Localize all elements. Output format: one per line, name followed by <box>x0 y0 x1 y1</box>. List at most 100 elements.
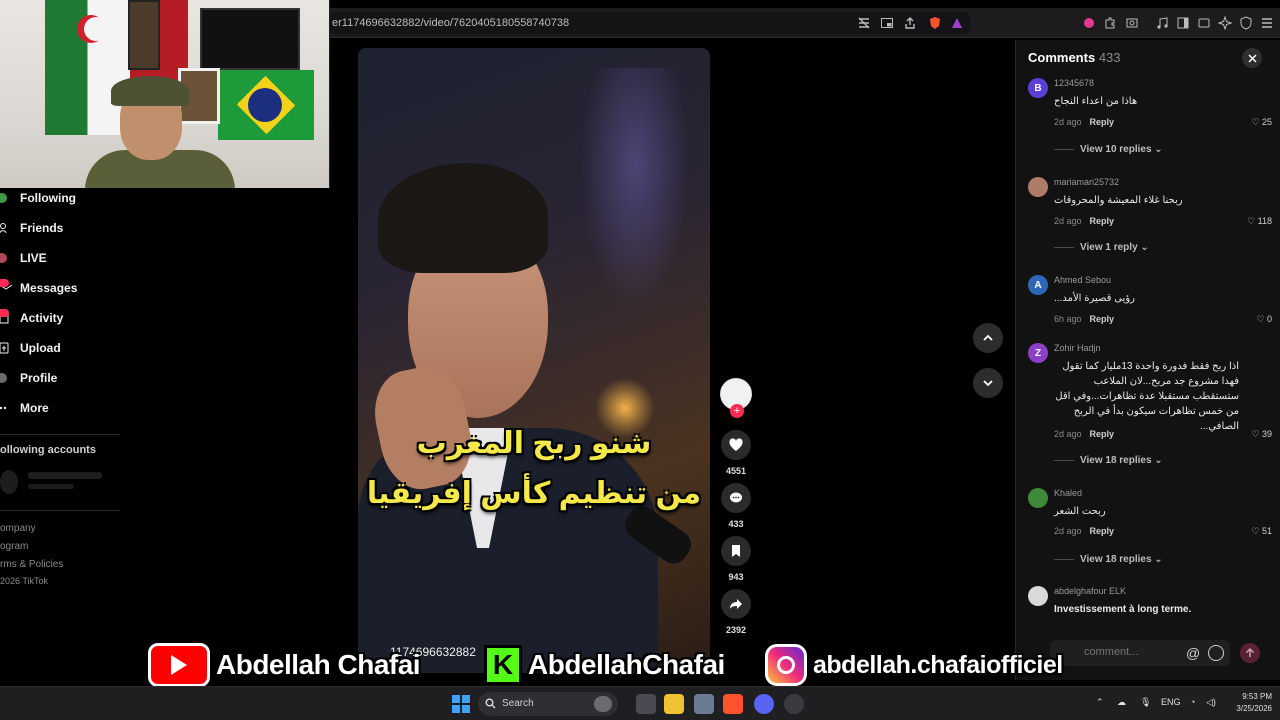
comment-username[interactable]: 12345678 <box>1054 78 1094 88</box>
avatar[interactable]: B <box>1028 78 1048 98</box>
comment-input-box[interactable] <box>1050 640 1230 666</box>
comment-like[interactable]: ♡ 0 <box>1232 314 1272 325</box>
clock-date: 3/25/2026 <box>1236 704 1272 713</box>
wall-tv <box>200 8 300 70</box>
share-button[interactable]: 2392 <box>716 589 756 635</box>
creator-avatar[interactable]: + <box>716 378 756 418</box>
picture-in-picture-icon[interactable] <box>880 16 894 30</box>
reply-button[interactable]: Reply <box>1090 216 1115 226</box>
url-text[interactable]: er1174696632882/video/762040518055874073… <box>332 17 569 29</box>
sidebar-item-live[interactable]: LIVE <box>0 248 47 268</box>
divider <box>0 434 120 435</box>
microphone-tray-icon[interactable]: 🎙 <box>1140 697 1151 708</box>
avatar[interactable] <box>1028 586 1048 606</box>
clock[interactable]: 9:53 PM 3/25/2026 <box>1226 691 1272 715</box>
comment-input[interactable] <box>1084 646 1194 658</box>
address-bar[interactable]: er1174696632882/video/762040518055874073… <box>330 12 970 34</box>
leo-ai-icon[interactable] <box>1082 16 1096 30</box>
comment-meta: 6h ago Reply <box>1054 314 1114 324</box>
menu-icon[interactable] <box>1260 16 1274 30</box>
footer-link-program[interactable]: ogram <box>0 541 28 552</box>
comment-like[interactable]: ♡ 39 <box>1232 429 1272 440</box>
sidebar-toggle-icon[interactable] <box>1176 16 1190 30</box>
comment-username[interactable]: Zohir Hadjn <box>1054 343 1101 353</box>
view-replies-button[interactable]: View 1 reply ⌄ <box>1054 242 1149 253</box>
footer-link-terms[interactable]: rms & Policies <box>0 559 63 570</box>
screenshot-icon[interactable] <box>1125 16 1139 30</box>
tray-overflow-icon[interactable]: ⌃ <box>1096 697 1104 708</box>
vpn-shield-icon[interactable] <box>1239 16 1253 30</box>
sidebar-item-profile[interactable]: Profile <box>0 368 57 388</box>
network-tray-icon[interactable]: ☁ <box>1117 697 1126 708</box>
reply-button[interactable]: Reply <box>1090 117 1115 127</box>
comment-like[interactable]: ♡ 118 <box>1232 216 1272 227</box>
reply-button[interactable]: Reply <box>1090 314 1115 324</box>
view-replies-button[interactable]: View 18 replies ⌄ <box>1054 455 1163 466</box>
view-replies-button[interactable]: View 18 replies ⌄ <box>1054 554 1163 565</box>
view-replies-button[interactable]: View 10 replies ⌄ <box>1054 144 1163 155</box>
share-icon[interactable] <box>903 16 917 30</box>
post-comment-button[interactable] <box>1240 643 1260 663</box>
brave-browser-icon[interactable] <box>723 694 743 714</box>
sidebar-item-friends[interactable]: Friends <box>0 218 63 238</box>
kick-logo-icon: K <box>484 645 522 685</box>
comment-like[interactable]: ♡ 25 <box>1232 117 1272 128</box>
next-video-button[interactable] <box>973 368 1003 398</box>
sidebar-item-messages[interactable]: Messages <box>0 278 77 298</box>
chevron-down-icon <box>983 380 993 387</box>
taskbar-search[interactable]: Search <box>478 692 618 716</box>
language-indicator[interactable]: ENG <box>1161 697 1181 707</box>
sidebar-item-activity[interactable]: Activity <box>0 308 63 328</box>
comment-like-count: 39 <box>1261 429 1272 439</box>
comment-like[interactable]: ♡ 51 <box>1232 526 1272 537</box>
avatar[interactable] <box>1028 488 1048 508</box>
sidebar-item-upload[interactable]: Upload <box>0 338 61 358</box>
volume-icon[interactable]: ◁) <box>1206 697 1216 708</box>
friends-icon <box>0 223 7 234</box>
reply-button[interactable]: Reply <box>1090 526 1115 536</box>
comment-username[interactable]: mariamari25732 <box>1054 177 1119 187</box>
extensions-icon[interactable] <box>1103 16 1117 30</box>
emoji-icon[interactable] <box>1208 645 1224 661</box>
media-icon[interactable] <box>1155 16 1169 30</box>
discord-icon[interactable] <box>754 694 774 714</box>
task-view-icon[interactable] <box>636 694 656 714</box>
mention-icon[interactable]: @ <box>1186 645 1200 661</box>
avatar[interactable]: Z <box>1028 343 1048 363</box>
footer-link-company[interactable]: ompany <box>0 523 36 534</box>
wifi-icon[interactable]: ◔ <box>1190 697 1195 707</box>
windows-start-icon[interactable] <box>452 695 470 713</box>
obs-icon[interactable] <box>784 694 804 714</box>
avatar[interactable] <box>1028 177 1048 197</box>
like-button[interactable]: 4551 <box>716 430 756 476</box>
avatar[interactable]: A <box>1028 275 1048 295</box>
reader-off-icon[interactable] <box>857 16 871 30</box>
sidebar-item-label: Upload <box>20 341 61 355</box>
close-comments-button[interactable] <box>1242 48 1262 68</box>
comment-like-count: 25 <box>1261 117 1272 127</box>
instagram-logo-icon <box>765 644 807 686</box>
follow-plus-icon[interactable]: + <box>730 404 744 418</box>
webcam-overlay <box>0 0 330 188</box>
heart-icon <box>729 438 743 451</box>
previous-video-button[interactable] <box>973 323 1003 353</box>
comment-username[interactable]: Khaled <box>1054 488 1082 498</box>
sidebar-item-more[interactable]: More <box>0 398 49 418</box>
comment-button[interactable]: 433 <box>716 483 756 529</box>
sidebar-item-following[interactable]: Following <box>0 188 76 208</box>
comment-meta: 2d ago Reply <box>1054 429 1114 439</box>
wallet-icon[interactable] <box>1197 16 1211 30</box>
camera-app-icon[interactable] <box>694 694 714 714</box>
ai-sparkle-icon[interactable] <box>1218 16 1232 30</box>
comment-text: اذا ربح فقط فدورة واحدة 13مليار كما تقول… <box>1055 361 1239 432</box>
comment-time: 2d ago <box>1054 216 1082 226</box>
save-button[interactable]: 943 <box>716 536 756 582</box>
video-player[interactable]: شنو ربح المغرب من تنظيم كأس إفريقيا 1174… <box>358 48 710 673</box>
reply-button[interactable]: Reply <box>1090 429 1115 439</box>
brave-shield-icon[interactable] <box>928 16 942 30</box>
comment-username[interactable]: abdelghafour ELK <box>1054 586 1126 596</box>
video-caption-line-2: من تنظيم كأس إفريقيا <box>366 477 702 510</box>
comment-username[interactable]: Ahmed Sebou <box>1054 275 1111 285</box>
brave-rewards-icon[interactable] <box>950 16 964 30</box>
file-explorer-icon[interactable] <box>664 694 684 714</box>
